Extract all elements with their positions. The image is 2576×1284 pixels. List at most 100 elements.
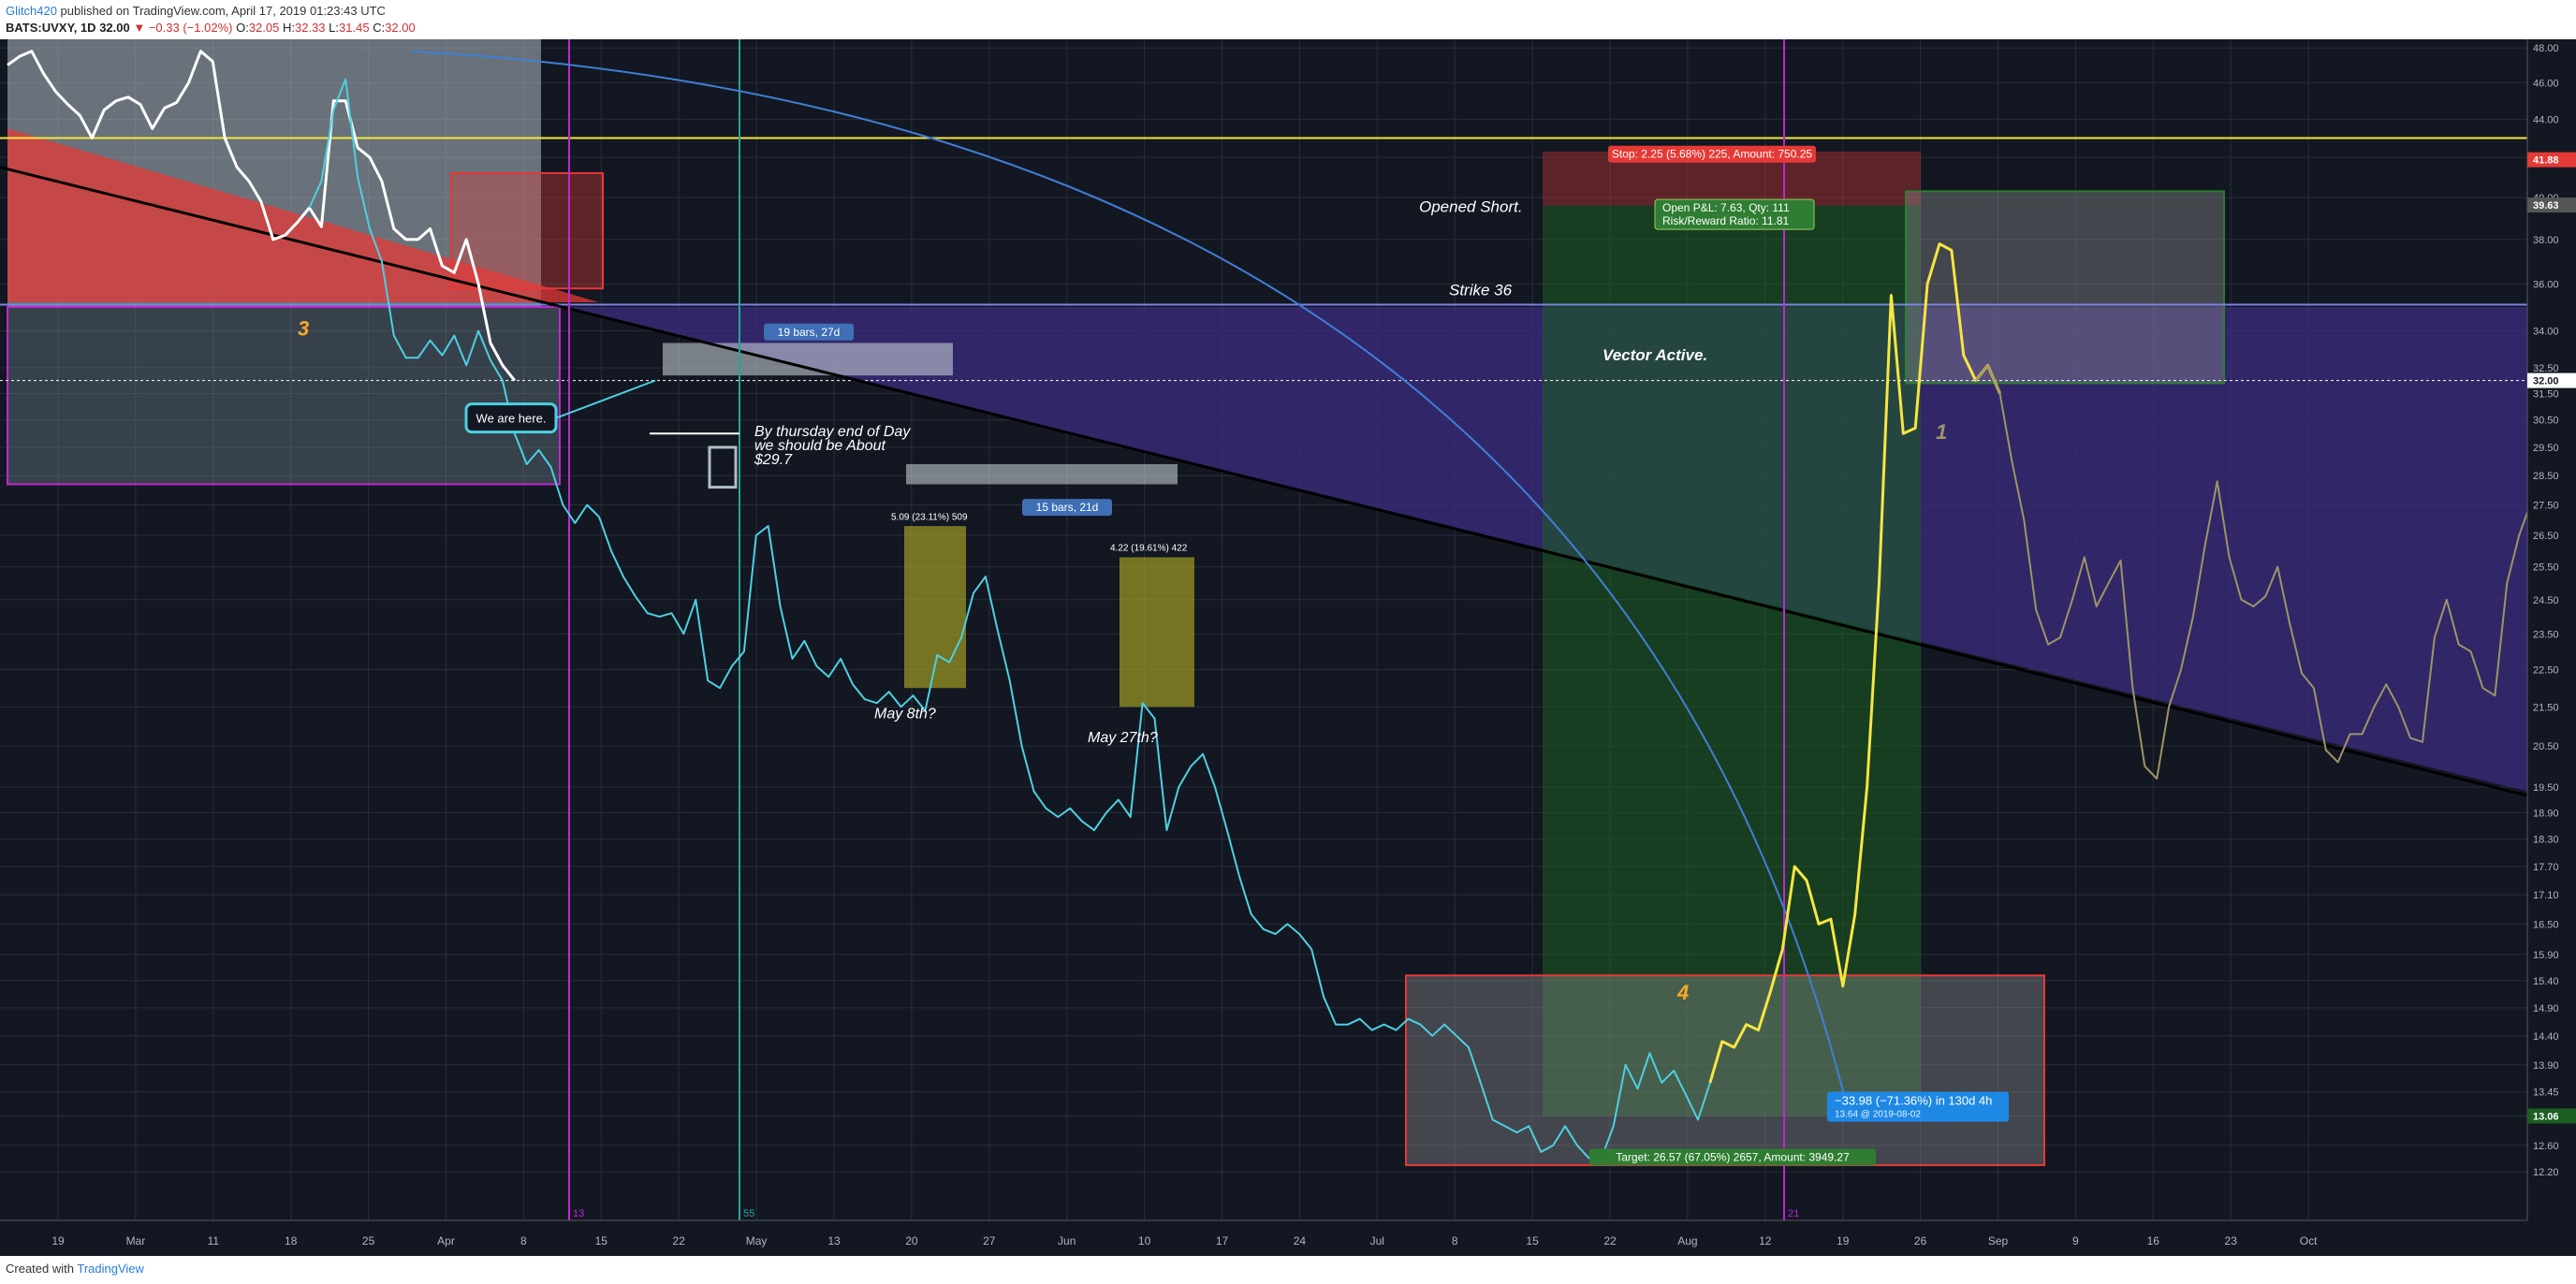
annotation-label-4: 4 (1676, 981, 1689, 1004)
ohlc-o-label: O: (236, 21, 249, 35)
grey-zone-1 (1905, 190, 2225, 385)
x-tick-label: 22 (1603, 1234, 1617, 1248)
y-tick-label: 12.20 (2533, 1167, 2559, 1178)
x-tick-label: 15 (1526, 1234, 1539, 1248)
rr-ratio-text: Risk/Reward Ratio: 11.81 (1662, 214, 1789, 227)
publish-info: Glitch420 published on TradingView.com, … (6, 4, 386, 18)
x-tick-label: 25 (362, 1234, 375, 1248)
price-label-text: 13.06 (2533, 1111, 2559, 1122)
projection-box-1 (663, 343, 953, 376)
y-tick-label: 19.50 (2533, 782, 2559, 794)
stop-tag: Stop: 2.25 (5.68%) 225, Amount: 750.25 (1612, 148, 1812, 161)
x-tick-label: 9 (2072, 1234, 2079, 1248)
created-with: Created with TradingView (6, 1262, 144, 1276)
ohlc-open: 32.05 (248, 21, 280, 35)
chart[interactable]: 314By thursday end of Daywe should be Ab… (0, 39, 2576, 1256)
y-tick-label: 46.00 (2533, 78, 2559, 89)
y-tick-label: 16.50 (2533, 919, 2559, 930)
annotation-marker-13: 13 (573, 1208, 584, 1219)
y-tick-label: 31.50 (2533, 388, 2559, 400)
x-tick-label: 20 (905, 1234, 918, 1248)
y-tick-label: 12.60 (2533, 1141, 2559, 1152)
y-tick-label: 18.30 (2533, 835, 2559, 846)
annotation-may27: May 27th? (1088, 730, 1158, 746)
x-tick-label: Jun (1058, 1234, 1076, 1248)
x-tick-label: 24 (1294, 1234, 1307, 1248)
we-are-here-text: We are here. (476, 412, 547, 426)
x-tick-label: 17 (1216, 1234, 1229, 1248)
y-tick-label: 14.40 (2533, 1031, 2559, 1043)
x-tick-label: 15 (595, 1234, 608, 1248)
y-tick-label: 20.50 (2533, 741, 2559, 752)
y-tick-label: 30.50 (2533, 416, 2559, 427)
y-tick-label: 36.00 (2533, 279, 2559, 290)
grey-zone-4 (1405, 974, 2045, 1167)
annotation-may8: May 8th? (874, 707, 936, 722)
x-tick-label: 23 (2225, 1234, 2238, 1248)
price-change: ▼ −0.33 (−1.02%) (133, 21, 233, 35)
chart-header: Glitch420 published on TradingView.com, … (0, 0, 2576, 39)
x-tick-label: 8 (1452, 1234, 1458, 1248)
ohlc-low: 31.45 (339, 21, 370, 35)
x-tick-label: Oct (2300, 1234, 2318, 1248)
annotation-may27-stat: 4.22 (19.61%) 422 (1110, 544, 1188, 554)
author-link[interactable]: Glitch420 (6, 4, 57, 18)
created-text: Created with (6, 1262, 74, 1276)
y-tick-label: 17.10 (2533, 890, 2559, 901)
x-tick-label: 10 (1138, 1234, 1151, 1248)
annotation-label-3: 3 (298, 317, 309, 341)
price-label-text: 41.88 (2533, 155, 2559, 167)
annotation-vector-active: Vector Active. (1603, 346, 1707, 364)
tradingview-brand[interactable]: TradingView (77, 1262, 144, 1276)
annotation-label-1: 1 (1936, 420, 1947, 444)
y-tick-label: 27.50 (2533, 501, 2559, 512)
y-tick-label: 38.00 (2533, 235, 2559, 246)
last-price: 32.00 (99, 21, 130, 35)
x-tick-label: 16 (2147, 1234, 2160, 1248)
measure-text: −33.98 (−71.36%) in 130d 4h (1835, 1094, 1992, 1108)
y-tick-label: 44.00 (2533, 114, 2559, 125)
measure-date-text: 13.64 @ 2019-08-02 (1835, 1110, 1921, 1120)
x-tick-label: 8 (520, 1234, 527, 1248)
bars-19-tag: 19 bars, 27d (778, 326, 841, 339)
symbol-info: BATS:UVXY, 1D 32.00 ▼ −0.33 (−1.02%) O:3… (6, 21, 416, 35)
x-tick-label: 13 (827, 1234, 841, 1248)
y-tick-label: 24.50 (2533, 595, 2559, 606)
x-tick-label: 26 (1914, 1234, 1927, 1248)
ohlc-c-label: C: (373, 21, 386, 35)
symbol-label: BATS:UVXY, 1D (6, 21, 96, 35)
y-tick-label: 32.50 (2533, 363, 2559, 374)
y-axis-panel (2527, 39, 2576, 1256)
x-tick-label: 27 (983, 1234, 996, 1248)
x-tick-label: Apr (437, 1234, 455, 1248)
y-tick-label: 17.70 (2533, 862, 2559, 873)
y-tick-label: 23.50 (2533, 629, 2559, 640)
x-tick-label: 22 (673, 1234, 686, 1248)
y-tick-label: 21.50 (2533, 702, 2559, 713)
may27-box (1120, 557, 1194, 708)
annotation-opened-short: Opened Short. (1419, 197, 1523, 215)
y-tick-label: 48.00 (2533, 43, 2559, 54)
annotation-marker-55: 55 (743, 1208, 754, 1219)
y-tick-label: 22.50 (2533, 664, 2559, 676)
ohlc-high: 32.33 (295, 21, 326, 35)
annotation-marker-21: 21 (1788, 1208, 1799, 1219)
x-tick-label: 11 (208, 1234, 220, 1248)
x-tick-label: 19 (51, 1234, 65, 1248)
target-tag: Target: 26.57 (67.05%) 2657, Amount: 394… (1616, 1150, 1850, 1163)
price-label-text: 39.63 (2533, 200, 2559, 212)
y-tick-label: 25.50 (2533, 562, 2559, 574)
x-tick-label: May (746, 1234, 768, 1248)
y-tick-label: 14.90 (2533, 1003, 2559, 1014)
y-tick-label: 34.00 (2533, 326, 2559, 337)
x-tick-label: 12 (1759, 1234, 1772, 1248)
x-tick-label: Aug (1677, 1234, 1697, 1248)
annotation-strike-36: Strike 36 (1449, 282, 1513, 299)
y-tick-label: 13.45 (2533, 1087, 2559, 1099)
x-tick-label: Sep (1988, 1234, 2009, 1248)
y-tick-label: 29.50 (2533, 443, 2559, 454)
chart-footer: Created with TradingView (0, 1256, 2576, 1284)
y-tick-label: 28.50 (2533, 471, 2559, 482)
projection-box-2 (906, 463, 1178, 485)
ohlc-h-label: H: (283, 21, 295, 35)
